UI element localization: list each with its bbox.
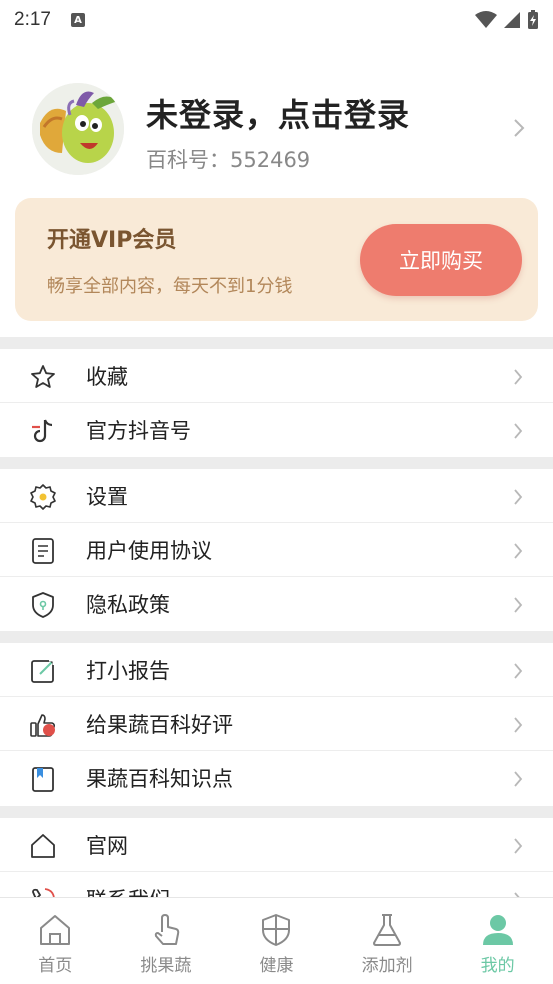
document-icon [32,538,54,564]
menu-item-user-agreement[interactable]: 用户使用协议 [0,523,553,577]
chevron-right-icon [514,663,523,679]
vip-title: 开通VIP会员 [47,228,177,253]
avatar[interactable] [32,83,124,175]
chevron-right-icon [514,489,523,505]
profile-id-value: 552469 [230,148,311,172]
section-divider [0,631,553,643]
menu-item-knowledge[interactable]: 果蔬百科知识点 [0,751,553,805]
status-time: 2:17 [14,9,51,30]
tiktok-icon [32,419,53,443]
gear-icon [30,484,56,510]
profile-id-label: 百科号： [146,148,230,172]
tab-health[interactable]: 健康 [221,898,332,984]
battery-icon [528,10,538,29]
status-icons [475,10,539,30]
flask-icon [373,914,402,946]
thumbs-up-icon [30,714,56,737]
menu-item-label: 收藏 [86,365,128,389]
menu-item-label: 官网 [86,834,128,858]
shield-icon [262,914,291,946]
menu-item-label: 给果蔬百科好评 [86,713,233,737]
section-divider [0,337,553,349]
menu-item-label: 果蔬百科知识点 [86,767,233,791]
menu-item-label: 隐私政策 [86,593,170,617]
section-divider [0,806,553,818]
menu-item-website[interactable]: 官网 [0,818,553,872]
section-divider [0,457,553,469]
bookmark-icon [32,767,54,792]
bottom-tab-bar: 首页 挑果蔬 健康 添加剂 我的 [0,897,553,984]
chevron-right-icon [514,597,523,613]
home-icon [40,915,71,945]
menu-item-settings[interactable]: 设置 [0,469,553,523]
chevron-right-icon [514,423,523,439]
tab-mine[interactable]: 我的 [442,898,553,984]
menu-item-label: 官方抖音号 [86,419,191,443]
menu-item-label: 用户使用协议 [86,539,212,563]
star-icon [31,365,55,388]
menu-item-favorites[interactable]: 收藏 [0,349,553,403]
home-icon [31,834,55,858]
tab-label: 我的 [480,956,515,976]
tab-label: 添加剂 [361,956,413,976]
profile-id: 百科号：552469 [146,144,310,174]
user-icon [482,915,513,945]
buy-now-button[interactable]: 立即购买 [360,224,522,296]
tab-label: 健康 [259,956,294,976]
tab-home[interactable]: 首页 [0,898,111,984]
chevron-right-icon [514,369,523,385]
status-bar: 2:17 A [0,0,553,40]
menu-item-label: 打小报告 [86,659,170,683]
hand-icon [154,914,180,945]
vip-card[interactable]: 开通VIP会员 畅享全部内容，每天不到1分钱 立即购买 [15,198,538,321]
tab-label: 首页 [38,956,73,976]
tab-label: 挑果蔬 [140,956,192,976]
profile-header[interactable]: 未登录，点击登录 百科号：552469 [0,80,553,180]
shield-icon [32,592,54,618]
tab-pick-produce[interactable]: 挑果蔬 [111,898,222,984]
chevron-right-icon [514,717,523,733]
chevron-right-icon [514,119,525,137]
menu-item-douyin[interactable]: 官方抖音号 [0,403,553,457]
menu-item-rate-app[interactable]: 给果蔬百科好评 [0,697,553,751]
tab-additives[interactable]: 添加剂 [332,898,443,984]
wifi-icon [475,11,497,28]
vip-subtitle: 畅享全部内容，每天不到1分钱 [47,276,293,297]
signal-icon [504,12,520,28]
menu-item-privacy[interactable]: 隐私政策 [0,577,553,631]
notification-icon: A [70,13,85,27]
menu-item-label: 设置 [86,485,128,509]
avatar-image [32,83,124,175]
menu-item-report[interactable]: 打小报告 [0,643,553,697]
login-prompt[interactable]: 未登录，点击登录 [146,90,410,136]
chevron-right-icon [514,543,523,559]
chevron-right-icon [514,771,523,787]
edit-icon [31,658,56,683]
chevron-right-icon [514,838,523,854]
